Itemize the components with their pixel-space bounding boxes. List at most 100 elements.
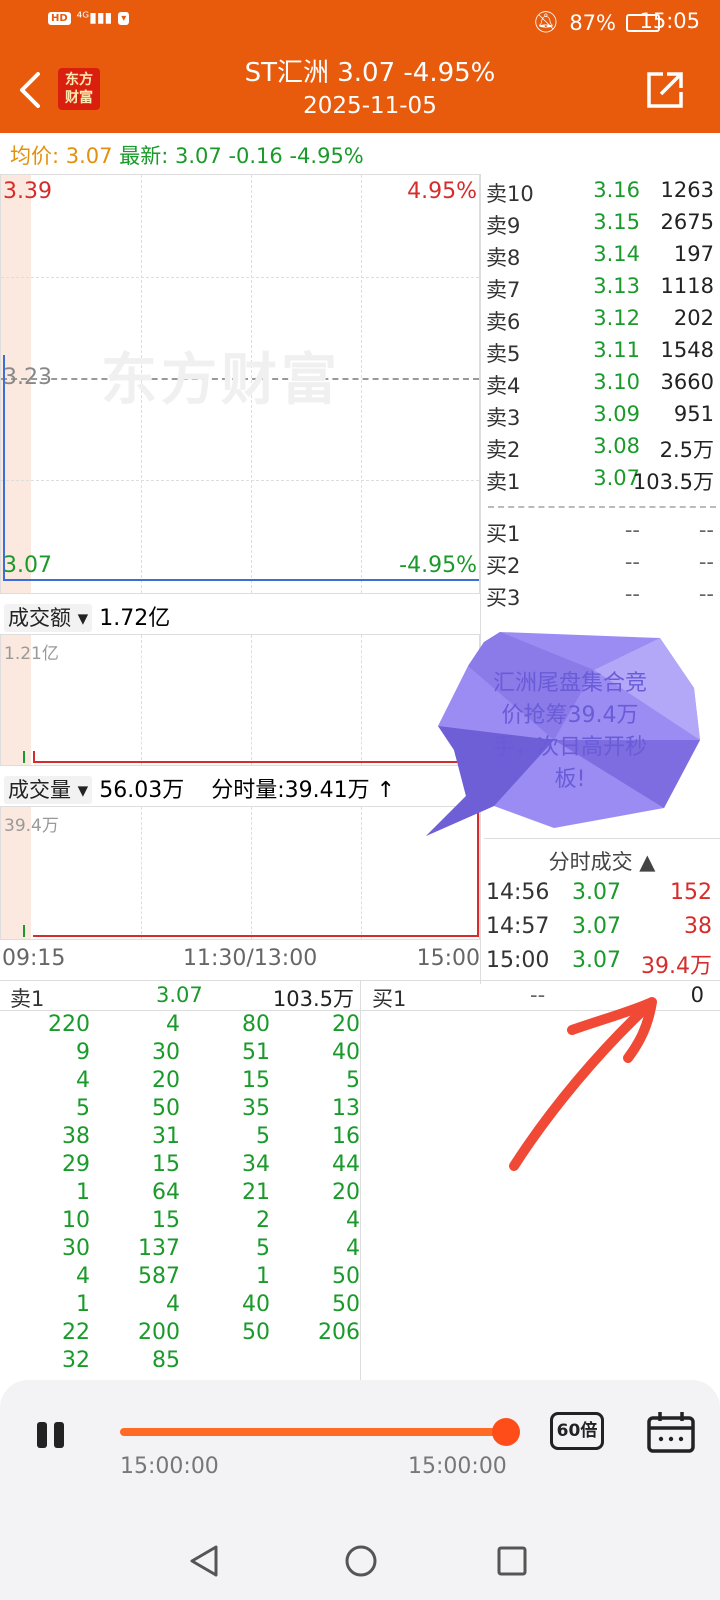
- detail-cell: 5: [256, 1124, 270, 1149]
- pause-icon[interactable]: [34, 1418, 68, 1452]
- trade-volume: 39.4万: [641, 954, 712, 979]
- detail-row: 38 31 5 16: [0, 1124, 360, 1152]
- detail-cell: 50: [332, 1292, 360, 1317]
- time-tick-close: 15:00: [416, 946, 480, 971]
- change-value: -0.16: [228, 144, 283, 168]
- order-book-buys: 买1 -- -- 买2 -- -- 买3 -- --: [484, 518, 720, 614]
- detail-cell: 50: [242, 1320, 270, 1345]
- trade-row: 14:57 3.07 38: [484, 914, 720, 948]
- book-volume: 202: [673, 306, 714, 330]
- trade-row: 15:00 3.07 39.4万: [484, 948, 720, 982]
- detail-cell: 80: [242, 1012, 270, 1037]
- nav-home-icon[interactable]: [344, 1544, 378, 1578]
- share-icon[interactable]: [643, 68, 687, 112]
- detail-row: 29 15 34 44: [0, 1152, 360, 1180]
- book-volume: --: [698, 518, 714, 542]
- fenshi-volume: 分时量:39.41万 ↑: [211, 778, 396, 803]
- calendar-icon[interactable]: [646, 1410, 696, 1454]
- detail-cell: 30: [152, 1040, 180, 1065]
- logo-line2: 财富: [65, 90, 93, 106]
- detail-cell: 50: [152, 1096, 180, 1121]
- detail-cell: 40: [332, 1040, 360, 1065]
- book-price: 3.09: [593, 402, 640, 426]
- detail-cell: 4: [166, 1012, 180, 1037]
- book-level-label: 卖7: [486, 278, 521, 302]
- latest-value: 3.07: [174, 144, 222, 168]
- amount-chart[interactable]: 1.21亿: [0, 634, 480, 766]
- detail-cell: 15: [152, 1208, 180, 1233]
- detail-sell-label: 卖1: [10, 987, 45, 1011]
- detail-cell: 15: [152, 1152, 180, 1177]
- trade-price: 3.07: [572, 914, 621, 939]
- watermark: 东方财富: [101, 348, 341, 413]
- amount-bar: 成交额 ▾ 1.72亿: [4, 600, 170, 632]
- detail-sell-price: 3.07: [156, 983, 203, 1007]
- book-volume: 2675: [660, 210, 714, 234]
- intraday-price-chart[interactable]: 东方财富 3.39 4.95% 3.23 3.07 -4.95%: [0, 174, 480, 594]
- book-volume: 1263: [660, 178, 714, 202]
- book-volume: 1118: [660, 274, 714, 298]
- detail-cell: 4: [166, 1292, 180, 1317]
- book-price: 3.12: [593, 306, 640, 330]
- replay-progress[interactable]: [120, 1428, 500, 1436]
- detail-cell: 2: [256, 1208, 270, 1233]
- volume-bar: 成交量 ▾ 56.03万 分时量:39.41万 ↑: [4, 772, 395, 804]
- book-volume: 1548: [660, 338, 714, 362]
- speed-button[interactable]: 60倍: [550, 1412, 604, 1450]
- progress-knob[interactable]: [492, 1418, 520, 1446]
- hd-icon: HD: [48, 11, 71, 25]
- detail-sell-vol: 103.5万: [272, 987, 354, 1011]
- high-pct: 4.95%: [407, 179, 477, 204]
- volume-value: 56.03万: [99, 778, 185, 803]
- trade-time: 14:57: [486, 914, 550, 939]
- grid-h: [1, 480, 479, 481]
- volume-bar-green: [23, 925, 25, 937]
- volume-scale: 39.4万: [4, 816, 59, 836]
- book-level-label: 卖10: [486, 182, 534, 206]
- amount-value: 1.72亿: [99, 606, 171, 631]
- nav-back-icon[interactable]: [188, 1544, 220, 1578]
- detail-cell: 40: [242, 1292, 270, 1317]
- detail-cell: 9: [76, 1040, 90, 1065]
- amount-scale: 1.21亿: [4, 644, 59, 664]
- trade-time: 14:56: [486, 880, 550, 905]
- nav-recents-icon[interactable]: [496, 1545, 528, 1577]
- app-logo: 东方 财富: [58, 68, 100, 110]
- mute-icon: 🔕︎: [532, 10, 560, 34]
- sort-up-icon: ▲: [639, 850, 656, 874]
- amount-dropdown[interactable]: 成交额 ▾: [4, 604, 93, 632]
- detail-row: 1 4 40 50: [0, 1292, 360, 1320]
- detail-cell: 4: [346, 1208, 360, 1233]
- detail-cell: 34: [242, 1152, 270, 1177]
- detail-cell: 16: [332, 1124, 360, 1149]
- book-level-label: 卖5: [486, 342, 521, 366]
- order-book-sell-row: 卖4 3.10 3660: [484, 370, 720, 402]
- callout-text: 汇洲尾盘集合竞价抢筹39.4万手，次日高开秒板!: [492, 671, 647, 792]
- back-icon[interactable]: [14, 68, 46, 112]
- order-book-sell-row: 卖3 3.09 951: [484, 402, 720, 434]
- replay-time-end: 15:00:00: [408, 1454, 507, 1479]
- book-level-label: 卖3: [486, 406, 521, 430]
- detail-row: 32 85: [0, 1348, 360, 1376]
- amount-label: 成交额: [8, 606, 71, 630]
- book-volume: 3660: [660, 370, 714, 394]
- book-level-label: 卖1: [486, 470, 521, 494]
- order-book-buy-row: 买2 -- --: [484, 550, 720, 582]
- book-price: 3.11: [593, 338, 640, 362]
- detail-cell: 32: [62, 1348, 90, 1373]
- book-price: 3.08: [593, 434, 640, 458]
- book-price: 3.10: [593, 370, 640, 394]
- order-book-sell-row: 卖8 3.14 197: [484, 242, 720, 274]
- volume-bar-red: [33, 935, 479, 937]
- volume-chart[interactable]: 39.4万: [0, 806, 480, 940]
- trades-title[interactable]: 分时成交 ▲: [484, 846, 720, 876]
- detail-cell: 20: [332, 1180, 360, 1205]
- grid-v: [361, 175, 362, 593]
- detail-cell: 31: [152, 1124, 180, 1149]
- price-line-flat: [3, 579, 479, 581]
- detail-cell: 1: [76, 1292, 90, 1317]
- detail-cell: 5: [346, 1068, 360, 1093]
- volume-dropdown[interactable]: 成交量 ▾: [4, 776, 93, 804]
- detail-row: 30 137 5 4: [0, 1236, 360, 1264]
- book-divider: [480, 174, 481, 984]
